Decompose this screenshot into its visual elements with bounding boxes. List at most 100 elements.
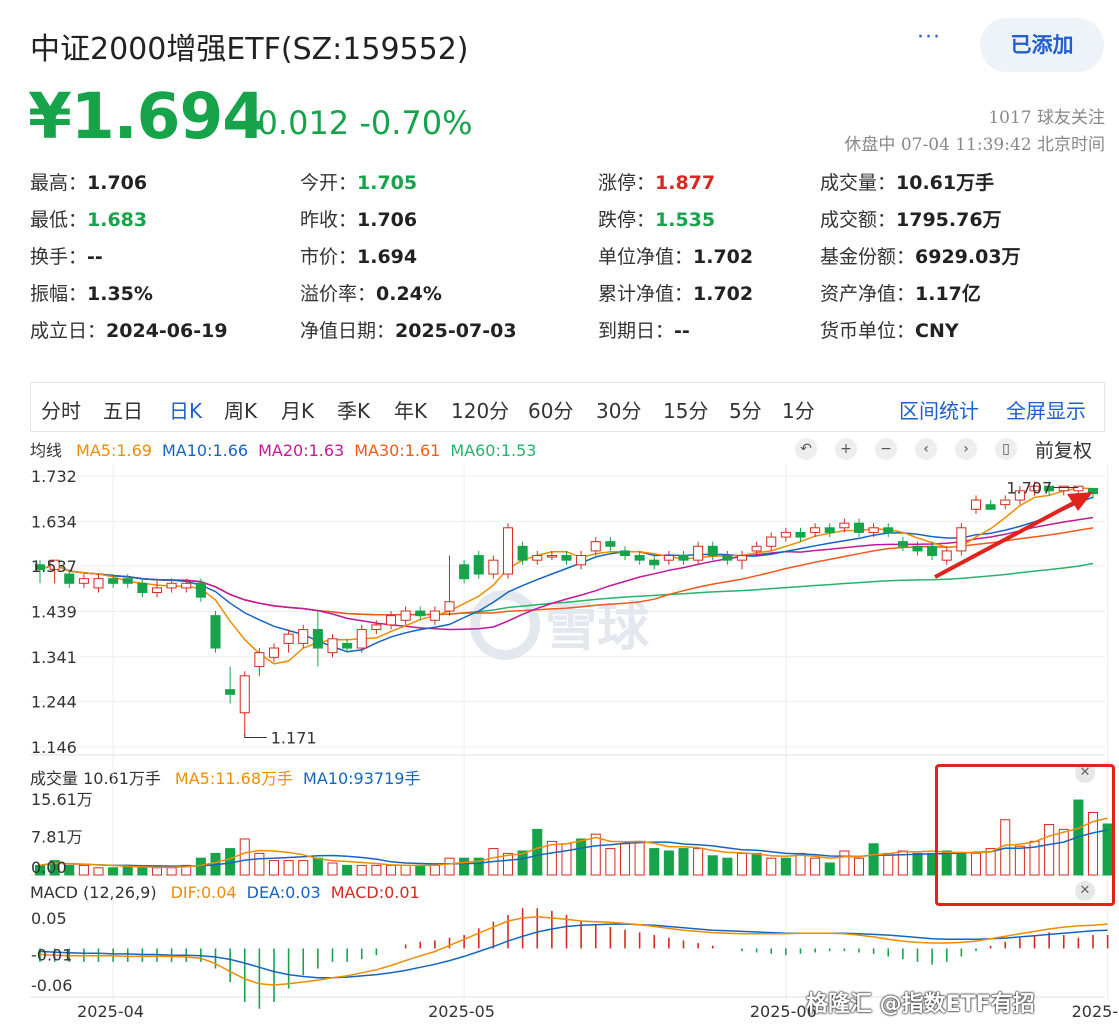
stat-label: 最低：	[30, 209, 88, 231]
candle	[122, 578, 133, 584]
volume-bar	[444, 857, 455, 876]
volume-bar	[780, 857, 791, 876]
stat-value: CNY	[915, 320, 959, 342]
volume-tick-label: 15.61万	[31, 790, 93, 809]
stat-label: 资产净值：	[820, 283, 916, 305]
candle	[488, 559, 499, 575]
volume-bar	[151, 867, 163, 876]
candle	[78, 578, 89, 584]
volume-bar	[649, 848, 660, 876]
volume-bar	[693, 848, 704, 876]
volume-bar	[268, 860, 280, 876]
candle	[751, 545, 762, 552]
candle	[298, 629, 309, 644]
stat-item: 最低：1.683	[30, 205, 147, 232]
stat-item: 成交量：10.61万手	[820, 168, 994, 195]
stat-item: 资产净值：1.17亿	[820, 279, 981, 306]
candle	[810, 527, 821, 533]
stat-item: 今开：1.705	[300, 168, 417, 195]
stat-value: 1795.76万	[896, 209, 1002, 231]
candle	[371, 624, 382, 631]
stat-label: 换手：	[30, 246, 88, 268]
stat-value: 10.61万手	[896, 172, 995, 194]
candle	[649, 559, 660, 566]
stat-label: 市价：	[300, 246, 358, 268]
volume-bar	[239, 838, 250, 876]
stat-value: 2025-07-03	[395, 320, 517, 342]
price-tick-label: 1.341	[31, 648, 77, 667]
volume-bar	[327, 862, 338, 876]
stat-label: 累计净值：	[598, 283, 694, 305]
stat-label: 基金份额：	[820, 246, 916, 268]
stat-item: 换手：--	[30, 242, 103, 269]
volume-bar	[400, 864, 411, 876]
candle	[853, 522, 865, 533]
stat-label: 昨收：	[300, 209, 358, 231]
stat-label: 成交额：	[820, 209, 897, 231]
candle	[166, 582, 177, 589]
stat-value: 1.35%	[87, 283, 153, 305]
candle	[502, 527, 514, 575]
candle	[824, 527, 835, 533]
stat-item: 到期日：--	[598, 316, 690, 343]
stat-value: 0.24%	[376, 283, 442, 305]
stat-value: 2024-06-19	[106, 320, 228, 342]
source-watermark: 格隆汇 @指数ETF有招	[806, 992, 1035, 1017]
candle	[985, 504, 996, 510]
volume-bar	[576, 838, 587, 876]
volume-bar	[853, 857, 865, 876]
stat-item: 货币单位：CNY	[820, 316, 959, 343]
stat-label: 单位净值：	[598, 246, 694, 268]
arrow-head-icon	[1067, 492, 1093, 511]
candle	[707, 545, 718, 557]
volume-bar	[502, 852, 514, 876]
volume-tick-label: 7.81万	[31, 827, 83, 846]
highlight-box	[935, 764, 1115, 906]
candle	[941, 550, 952, 561]
stat-label: 今开：	[300, 172, 358, 194]
stat-item: 成立日：2024-06-19	[30, 316, 228, 343]
candle	[956, 527, 967, 552]
candle	[590, 541, 601, 552]
volume-bar	[619, 843, 631, 876]
stat-item: 跌停：1.535	[598, 205, 715, 232]
stat-label: 货币单位：	[820, 320, 916, 342]
candle	[356, 629, 367, 649]
low-marker	[244, 733, 267, 738]
stat-item: 单位净值：1.702	[598, 242, 753, 269]
date-tick-label: 2025-07	[1072, 1002, 1119, 1021]
candle	[268, 647, 280, 658]
volume-bar	[429, 864, 440, 876]
stat-item: 累计净值：1.702	[598, 279, 753, 306]
candle	[970, 499, 982, 510]
stat-item: 最高：1.706	[30, 168, 147, 195]
candle	[415, 610, 426, 617]
candle	[795, 531, 806, 538]
candle	[429, 610, 440, 621]
volume-bar	[766, 857, 777, 876]
candle	[1073, 485, 1084, 492]
volume-bar	[166, 867, 177, 876]
stat-label: 振幅：	[30, 283, 88, 305]
candle	[239, 675, 250, 714]
stat-label: 净值日期：	[300, 320, 396, 342]
volume-bar	[912, 852, 923, 876]
candle	[576, 555, 587, 566]
volume-bar	[342, 864, 353, 876]
low-label: 1.171	[271, 728, 317, 747]
volume-bar	[590, 833, 601, 876]
candle	[912, 545, 923, 552]
candle	[868, 527, 879, 533]
stat-value: 1.535	[655, 209, 716, 231]
candle	[459, 564, 470, 580]
candle	[312, 629, 323, 649]
candle	[619, 550, 631, 557]
stat-value: 1.694	[357, 246, 418, 268]
price-tick-label: 1.244	[31, 693, 77, 712]
candle	[736, 555, 748, 561]
candle	[546, 555, 557, 558]
stat-item: 成交额：1795.76万	[820, 205, 1002, 232]
date-tick-label: 2025-05	[428, 1002, 495, 1021]
candle	[883, 527, 894, 533]
candle	[663, 555, 674, 561]
